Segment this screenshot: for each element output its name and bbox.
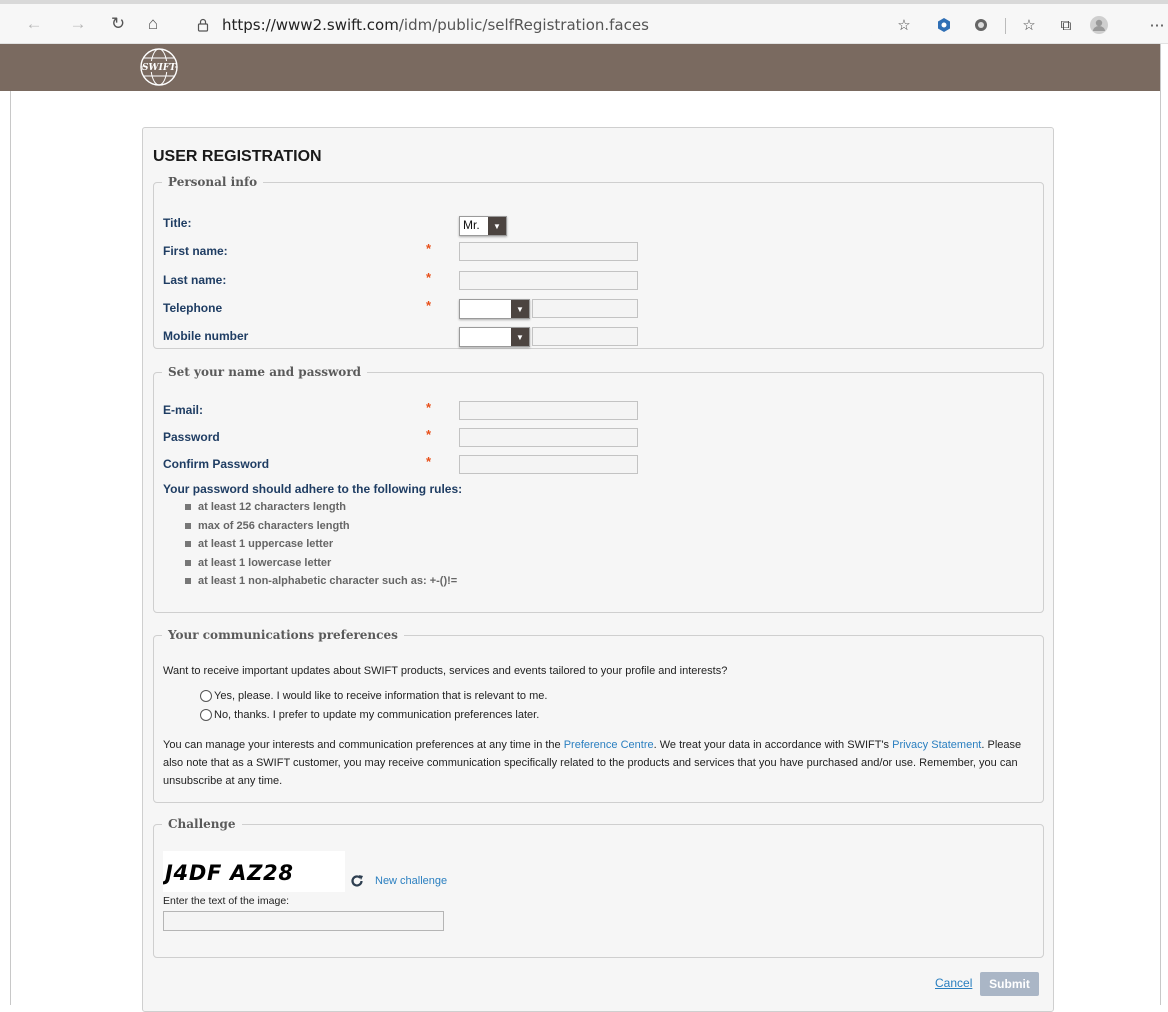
- bullet-icon: [185, 578, 191, 585]
- rule-text: at least 1 non-alphabetic character such…: [198, 575, 458, 588]
- section-legend: Set your name and password: [168, 365, 362, 379]
- required-marker: *: [426, 270, 432, 285]
- privacy-statement-link[interactable]: Privacy Statement: [892, 739, 981, 751]
- telephone-label: Telephone: [163, 301, 223, 315]
- bullet-icon: [185, 541, 191, 548]
- mobile-label: Mobile number: [163, 329, 249, 343]
- mobile-country-value: [460, 328, 511, 346]
- page-title: USER REGISTRATION: [153, 148, 322, 165]
- svg-text:J4DF AZ28: J4DF AZ28: [163, 861, 293, 885]
- favorites-icon[interactable]: ☆: [1018, 14, 1040, 36]
- new-challenge-label: New challenge: [375, 875, 448, 887]
- svg-text:SWIFT: SWIFT: [142, 63, 177, 73]
- chevron-down-icon: ▼: [511, 328, 529, 346]
- page-border-left: [10, 91, 11, 1005]
- back-icon[interactable]: ←: [20, 10, 48, 38]
- refresh-icon: [351, 875, 363, 887]
- collections-icon[interactable]: ⧉: [1055, 14, 1077, 36]
- telephone-country-value: [460, 300, 511, 318]
- address-bar[interactable]: https://www2.swift.com/idm/public/selfRe…: [186, 10, 876, 40]
- section-legend: Challenge: [168, 817, 236, 831]
- required-marker: *: [426, 427, 432, 442]
- required-marker: *: [426, 241, 432, 256]
- site-header: SWIFT: [0, 44, 1160, 91]
- new-challenge-button[interactable]: New challenge: [350, 874, 447, 888]
- email-label: E-mail:: [163, 403, 204, 417]
- bullet-icon: [185, 522, 191, 529]
- bullet-icon: [185, 559, 191, 566]
- toolbar-divider: [1005, 18, 1006, 34]
- captcha-image: J4DF AZ28: [163, 851, 345, 892]
- required-marker: *: [426, 298, 432, 313]
- more-icon[interactable]: ⋯: [1150, 14, 1165, 36]
- section-legend: Personal info: [168, 175, 258, 189]
- title-select-value: Mr.: [463, 218, 480, 232]
- mobile-field[interactable]: [532, 327, 638, 346]
- rule-text: at least 1 uppercase letter: [198, 538, 334, 551]
- list-item: at least 1 non-alphabetic character such…: [185, 572, 457, 591]
- comms-option-yes[interactable]: Yes, please. I would like to receive inf…: [200, 690, 547, 702]
- required-marker: *: [426, 454, 432, 469]
- chevron-down-icon: ▼: [488, 217, 506, 235]
- personal-info-section: Personal info Title: Mr. ▼ First name: *…: [153, 175, 1044, 349]
- first-name-label: First name:: [163, 244, 228, 258]
- list-item: at least 1 lowercase letter: [185, 554, 457, 573]
- challenge-section: Challenge J4DF AZ28 New challenge Enter …: [153, 817, 1044, 958]
- list-item: at least 1 uppercase letter: [185, 535, 457, 554]
- bullet-icon: [185, 504, 191, 511]
- telephone-field[interactable]: [532, 299, 638, 318]
- profile-icon[interactable]: [1088, 14, 1110, 36]
- password-field[interactable]: [459, 428, 638, 447]
- list-item: at least 12 characters length: [185, 498, 457, 517]
- browser-toolbar: ← → ↻ ⌂ https://www2.swift.com/idm/publi…: [0, 0, 1168, 44]
- lock-icon[interactable]: [196, 18, 210, 32]
- password-rules-list: at least 12 characters length max of 256…: [185, 498, 457, 591]
- mobile-country-select[interactable]: ▼: [459, 327, 530, 347]
- title-select[interactable]: Mr. ▼: [459, 216, 507, 236]
- confirm-password-field[interactable]: [459, 455, 638, 474]
- add-favorite-icon[interactable]: ☆: [893, 14, 915, 36]
- registration-panel: USER REGISTRATION Personal info Title: M…: [142, 127, 1054, 1012]
- radio-button[interactable]: [200, 709, 212, 721]
- email-field[interactable]: [459, 401, 638, 420]
- rule-text: at least 1 lowercase letter: [198, 556, 332, 569]
- required-marker: *: [426, 400, 432, 415]
- radio-button[interactable]: [200, 690, 212, 702]
- refresh-icon[interactable]: ↻: [104, 10, 132, 38]
- comms-option-no[interactable]: No, thanks. I prefer to update my commun…: [200, 709, 539, 721]
- captcha-field[interactable]: [163, 911, 444, 931]
- last-name-label: Last name:: [163, 273, 227, 287]
- forward-icon[interactable]: →: [64, 10, 92, 38]
- first-name-field[interactable]: [459, 242, 638, 261]
- rule-text: at least 12 characters length: [198, 501, 346, 514]
- radio-label: No, thanks. I prefer to update my commun…: [214, 709, 540, 721]
- telephone-country-select[interactable]: ▼: [459, 299, 530, 319]
- communications-section: Your communications preferences Want to …: [153, 628, 1044, 803]
- password-rules-title: Your password should adhere to the follo…: [163, 482, 463, 496]
- preference-centre-link[interactable]: Preference Centre: [564, 739, 654, 751]
- chevron-down-icon: ▼: [511, 300, 529, 318]
- credentials-section: Set your name and password E-mail: * Pas…: [153, 365, 1044, 613]
- cancel-link[interactable]: Cancel: [935, 976, 972, 990]
- extension-icon[interactable]: [933, 14, 955, 36]
- home-icon[interactable]: ⌂: [139, 10, 167, 38]
- confirm-password-label: Confirm Password: [163, 457, 270, 471]
- captcha-instruction: Enter the text of the image:: [163, 895, 290, 907]
- last-name-field[interactable]: [459, 271, 638, 290]
- page-scrollbar[interactable]: [1160, 44, 1168, 1005]
- submit-button[interactable]: Submit: [980, 972, 1039, 996]
- url-text: https://www2.swift.com/idm/public/selfRe…: [222, 16, 649, 34]
- title-label: Title:: [163, 216, 192, 230]
- list-item: max of 256 characters length: [185, 517, 457, 536]
- rule-text: max of 256 characters length: [198, 519, 350, 532]
- record-icon[interactable]: [970, 14, 992, 36]
- comms-question: Want to receive important updates about …: [163, 665, 728, 677]
- password-label: Password: [163, 430, 220, 444]
- radio-label: Yes, please. I would like to receive inf…: [214, 690, 548, 702]
- comms-notice: You can manage your interests and commun…: [163, 739, 1022, 787]
- section-legend: Your communications preferences: [168, 628, 398, 642]
- swift-logo[interactable]: SWIFT: [138, 46, 180, 88]
